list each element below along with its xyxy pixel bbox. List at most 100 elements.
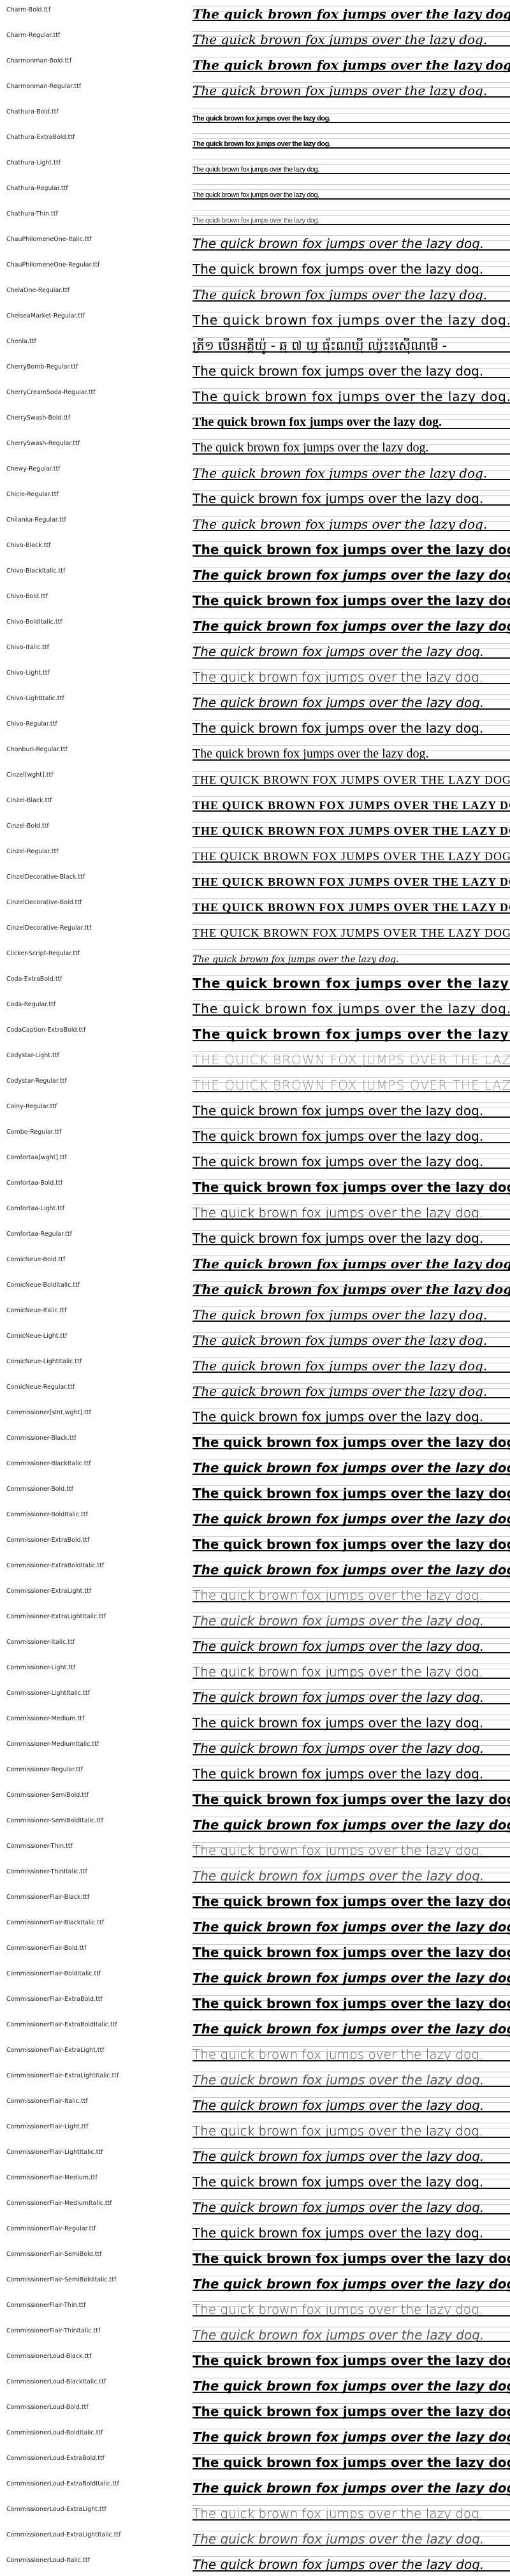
guide-line xyxy=(193,439,510,440)
sample-text: The quick brown fox jumps over the lazy … xyxy=(193,1129,484,1144)
guide-line xyxy=(193,745,510,746)
guide-line xyxy=(193,847,510,848)
font-row: Commissioner-ThinItalic.ttf The quick bro… xyxy=(0,1862,510,1887)
sample-text: The quick brown fox jumps over the lazy … xyxy=(193,747,429,761)
font-row: Commissioner[slnt,wght].ttf The quick bro… xyxy=(0,1403,510,1428)
font-file-name: Commissioner-Italic.ttf xyxy=(6,1639,75,1646)
sample-text: The quick brown fox jumps over the lazy … xyxy=(193,1715,484,1731)
font-row: Charm-Regular.ttf The quick brown fox jum… xyxy=(0,26,510,51)
font-sample: The quick brown fox jumps over the lazy … xyxy=(193,131,510,152)
font-sample: The quick brown fox jumps over the lazy … xyxy=(193,1304,510,1326)
sample-text: The quick brown fox jumps over the lazy … xyxy=(193,2531,484,2547)
font-row: CherryCreamSoda-Regular.ttf The quick bro… xyxy=(0,383,510,408)
font-row: CommissionerFlair-Regular.ttf The quick b… xyxy=(0,2219,510,2244)
font-file-name: Commissioner-ExtraLightItalic.ttf xyxy=(6,1613,106,1620)
font-row: Commissioner-ExtraBoldItalic.ttf The quic… xyxy=(0,1556,510,1581)
font-file-name: Cinzel-Regular.ttf xyxy=(6,848,59,855)
font-row: CommissionerFlair-Bold.ttf The quick brow… xyxy=(0,1938,510,1964)
font-sample: The quick brown fox jumps over the lazy … xyxy=(193,2146,510,2167)
sample-text: The quick brown fox jumps over the lazy … xyxy=(193,1282,510,1297)
font-file-name: ChauPhilomeneOne-Regular.ttf xyxy=(6,261,100,268)
font-row: CommissionerFlair-ExtraBoldItalic.ttf The… xyxy=(0,2015,510,2040)
sample-text: The quick brown fox jumps over the lazy … xyxy=(193,542,510,557)
sample-text: The quick brown fox jumps over the lazy … xyxy=(193,441,429,455)
font-row: ChelseaMarket-Regular.ttf The quick brown… xyxy=(0,306,510,332)
font-row: CommissionerFlair-LightItalic.ttf The qui… xyxy=(0,2142,510,2168)
font-sample: The quick brown fox jumps over the lazy … xyxy=(193,2401,510,2422)
sample-text: The quick brown fox jumps over the lazy … xyxy=(193,2149,484,2164)
font-row: CherrySwash-Bold.ttf The quick brown fox … xyxy=(0,408,510,434)
font-file-name: Cinzel[wght].ttf xyxy=(6,772,54,779)
font-file-name: Comfortaa[wght].ttf xyxy=(6,1154,67,1161)
font-file-name: Comfortaa-Regular.ttf xyxy=(6,1231,72,1238)
font-file-name: CommissionerFlair-Thin.ttf xyxy=(6,2302,86,2309)
font-file-name: Chivo-Regular.ttf xyxy=(6,721,57,728)
font-file-name: Coda-Regular.ttf xyxy=(6,1001,56,1008)
font-sample: THE QUICK BROWN FOX JUMPS OVER THE LAZY … xyxy=(193,1049,510,1071)
font-file-name: ComicNeue-Italic.ttf xyxy=(6,1307,67,1314)
guide-line xyxy=(193,164,510,165)
font-file-name: ComicNeue-Regular.ttf xyxy=(6,1384,75,1391)
font-row: ComicNeue-LightItalic.ttf The quick brown… xyxy=(0,1352,510,1377)
sample-text: THE QUICK BROWN FOX JUMPS OVER THE LAZY … xyxy=(193,824,510,837)
sample-text: The quick brown fox jumps over the lazy … xyxy=(193,2225,484,2241)
sample-text: The quick brown fox jumps over the lazy … xyxy=(193,140,331,148)
font-row: Charmonman-Bold.ttf The quick brown fox j… xyxy=(0,51,510,77)
font-file-name: CommissionerLoud-BoldItalic.ttf xyxy=(6,2429,103,2436)
font-row: CommissionerLoud-BlackItalic.ttf The quic… xyxy=(0,2372,510,2397)
font-sample: The quick brown fox jumps over the lazy … xyxy=(193,1840,510,1861)
sample-text: The quick brown fox jumps over the lazy … xyxy=(193,287,488,302)
font-file-name: Chonburi-Regular.ttf xyxy=(6,746,68,753)
font-row: Commissioner-BlackItalic.ttf The quick br… xyxy=(0,1454,510,1479)
sample-text: THE QUICK BROWN FOX JUMPS OVER THE LAZY … xyxy=(193,773,510,786)
font-sample: The quick brown fox jumps over the lazy … xyxy=(193,1559,510,1581)
sample-text: The quick brown fox jumps over the lazy … xyxy=(193,976,510,991)
sample-text: The quick brown fox jumps over the lazy … xyxy=(193,1894,510,1909)
sample-text: THE QUICK BROWN FOX JUMPS OVER THE LAZY … xyxy=(193,875,510,888)
font-row: Commissioner-Bold.ttf The quick brown fox… xyxy=(0,1479,510,1505)
font-sample: The quick brown fox jumps over the lazy … xyxy=(193,2222,510,2244)
font-file-name: Cinzel-Black.ttf xyxy=(6,797,52,804)
sample-text: The quick brown fox jumps over the lazy … xyxy=(193,2098,484,2113)
font-row: Comfortaa[wght].ttf The quick brown fox j… xyxy=(0,1148,510,1173)
sample-text: The quick brown fox jumps over the lazy … xyxy=(193,1690,484,1705)
sample-text: The quick brown fox jumps over the lazy … xyxy=(193,955,399,965)
guide-line xyxy=(193,898,510,899)
font-file-name: Chivo-Italic.ttf xyxy=(6,644,49,651)
font-file-name: Coiny-Regular.ttf xyxy=(6,1103,57,1110)
font-sample: The quick brown fox jumps over the lazy … xyxy=(193,1329,510,1351)
sample-text: The quick brown fox jumps over the lazy … xyxy=(193,491,484,506)
font-row: Coda-ExtraBold.ttf The quick brown fox ju… xyxy=(0,969,510,995)
font-sample: The quick brown fox jumps over the lazy … xyxy=(193,156,510,178)
font-file-name: CommissionerFlair-ExtraBoldItalic.ttf xyxy=(6,2021,117,2028)
sample-text: The quick brown fox jumps over the lazy … xyxy=(193,1001,510,1016)
sample-text: The quick brown fox jumps over the lazy … xyxy=(193,2072,484,2088)
guide-line xyxy=(193,796,510,797)
sample-text: The quick brown fox jumps over the lazy … xyxy=(193,1384,488,1399)
font-file-name: Combo-Regular.ttf xyxy=(6,1129,62,1136)
sample-text: The quick brown fox jumps over the lazy … xyxy=(193,1843,483,1858)
font-row: Cinzel-Black.ttf THE QUICK BROWN FOX JUMP… xyxy=(0,791,510,816)
font-sample: The quick brown fox jumps over the lazy … xyxy=(193,743,510,765)
sample-text: The quick brown fox jumps over the lazy … xyxy=(193,2251,510,2266)
font-row: Chivo-Italic.ttf The quick brown fox jump… xyxy=(0,638,510,663)
font-row: Commissioner-Medium.ttf The quick brown f… xyxy=(0,1709,510,1734)
font-sample: The quick brown fox jumps over the lazy … xyxy=(193,615,510,637)
font-file-name: CommissionerFlair-MediumItalic.ttf xyxy=(6,2200,112,2207)
guide-line xyxy=(193,189,510,190)
font-sample: The quick brown fox jumps over the lazy … xyxy=(193,1431,510,1453)
font-sample: The quick brown fox jumps over the lazy … xyxy=(193,1380,510,1402)
font-file-name: Commissioner-LightItalic.ttf xyxy=(6,1690,90,1697)
font-sample: The quick brown fox jumps over the lazy … xyxy=(193,488,510,509)
sample-text: THE QUICK BROWN FOX JUMPS OVER THE LAZY … xyxy=(193,1052,510,1067)
sample-text: The quick brown fox jumps over the lazy … xyxy=(193,2557,484,2572)
font-row: CherryBomb-Regular.ttf The quick brown fo… xyxy=(0,357,510,383)
font-sample: The quick brown fox jumps over the lazy … xyxy=(193,2044,510,2065)
font-sample: The quick brown fox jumps over the lazy … xyxy=(193,462,510,484)
font-file-name: Commissioner-SemiBold.ttf xyxy=(6,1792,89,1799)
sample-text: The quick brown fox jumps over the lazy … xyxy=(193,1613,484,1628)
font-sample: The quick brown fox jumps over the lazy … xyxy=(193,1916,510,1938)
sample-text: The quick brown fox jumps over the lazy … xyxy=(193,618,510,634)
font-file-name: Chathura-Thin.ttf xyxy=(6,210,58,217)
font-file-name: CommissionerFlair-BlackItalic.ttf xyxy=(6,1919,105,1926)
